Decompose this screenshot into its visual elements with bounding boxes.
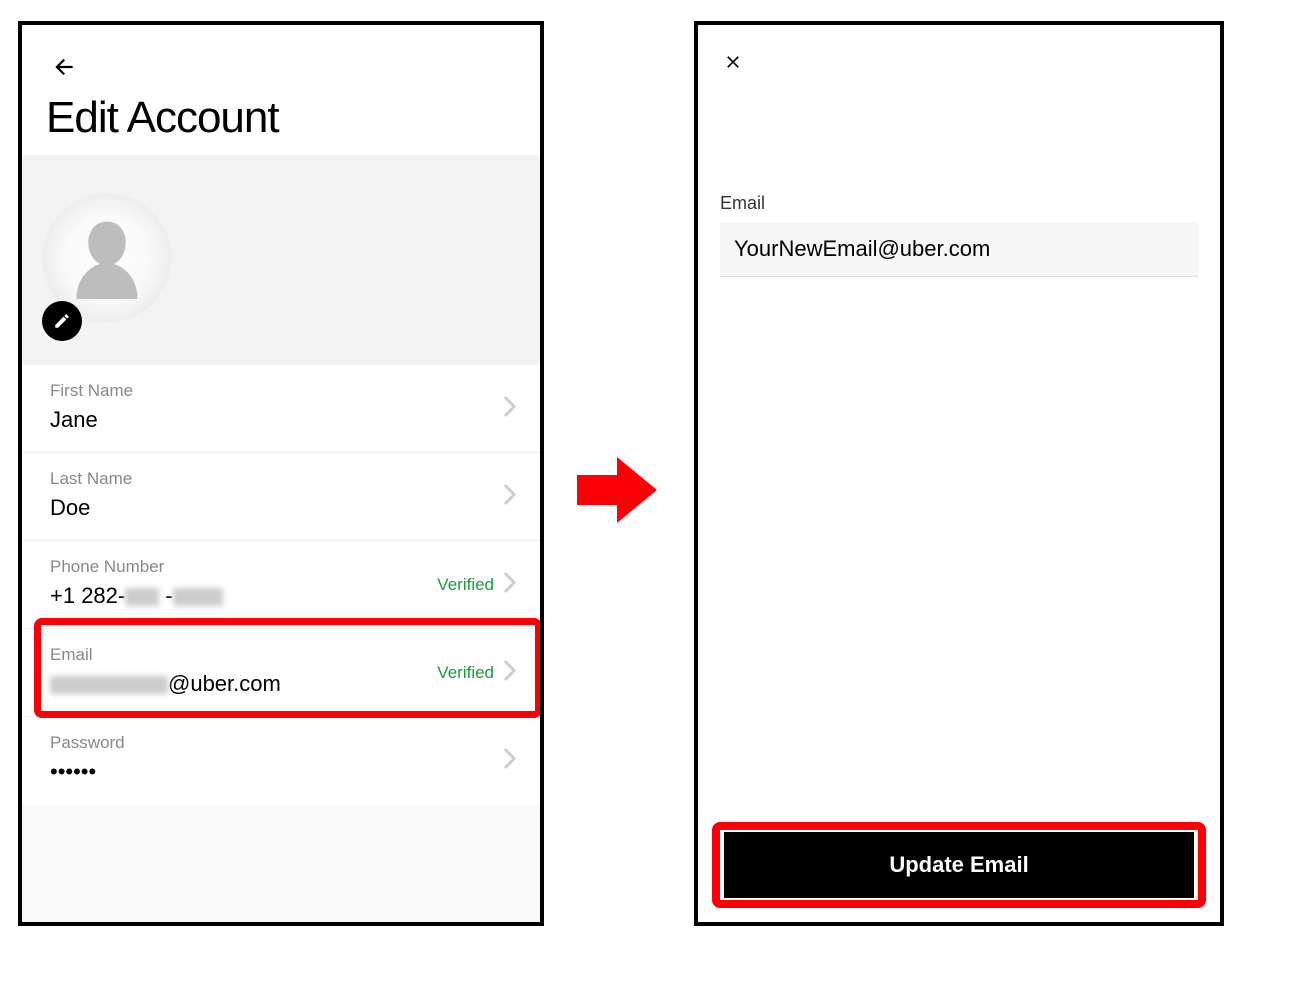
last-name-row[interactable]: Last Name Doe bbox=[22, 453, 540, 541]
redacted-segment bbox=[173, 588, 223, 606]
chevron-right-icon bbox=[504, 484, 516, 509]
phone-row[interactable]: Phone Number +1 282- - Verified bbox=[22, 541, 540, 629]
last-name-value: Doe bbox=[50, 495, 512, 521]
update-email-screen: Email Update Email bbox=[694, 21, 1224, 926]
last-name-label: Last Name bbox=[50, 469, 512, 489]
avatar-section bbox=[22, 155, 540, 365]
phone-verified-badge: Verified bbox=[437, 575, 494, 595]
edit-avatar-button[interactable] bbox=[42, 301, 82, 341]
phone-dash: - bbox=[159, 583, 172, 608]
person-icon bbox=[71, 217, 143, 299]
back-button[interactable] bbox=[50, 53, 78, 81]
email-input[interactable] bbox=[720, 222, 1198, 277]
first-name-value: Jane bbox=[50, 407, 512, 433]
pencil-icon bbox=[53, 312, 71, 330]
email-edit-section: Email bbox=[720, 193, 1198, 277]
password-value: •••••• bbox=[50, 759, 512, 785]
update-email-button[interactable]: Update Email bbox=[724, 832, 1194, 898]
close-icon bbox=[723, 52, 743, 72]
close-button[interactable] bbox=[720, 49, 746, 75]
edit-account-screen: Edit Account First Name Jane Last Name D… bbox=[18, 21, 544, 926]
arrow-left-icon bbox=[51, 54, 77, 80]
email-verified-badge: Verified bbox=[437, 663, 494, 683]
chevron-right-icon bbox=[504, 396, 516, 421]
flow-arrow-icon bbox=[572, 450, 662, 530]
first-name-label: First Name bbox=[50, 381, 512, 401]
email-input-label: Email bbox=[720, 193, 1198, 214]
chevron-right-icon bbox=[504, 749, 516, 774]
password-label: Password bbox=[50, 733, 512, 753]
fields-list: First Name Jane Last Name Doe Phone Numb… bbox=[22, 365, 540, 805]
chevron-right-icon bbox=[504, 572, 516, 597]
empty-area bbox=[22, 805, 540, 926]
password-row[interactable]: Password •••••• bbox=[22, 717, 540, 805]
redacted-segment bbox=[50, 676, 168, 694]
chevron-right-icon bbox=[504, 660, 516, 685]
phone-prefix: +1 282- bbox=[50, 583, 125, 608]
email-row[interactable]: Email @uber.com Verified bbox=[22, 629, 540, 717]
redacted-segment bbox=[125, 588, 159, 606]
first-name-row[interactable]: First Name Jane bbox=[22, 365, 540, 453]
page-title: Edit Account bbox=[46, 93, 279, 143]
email-suffix: @uber.com bbox=[168, 671, 281, 696]
